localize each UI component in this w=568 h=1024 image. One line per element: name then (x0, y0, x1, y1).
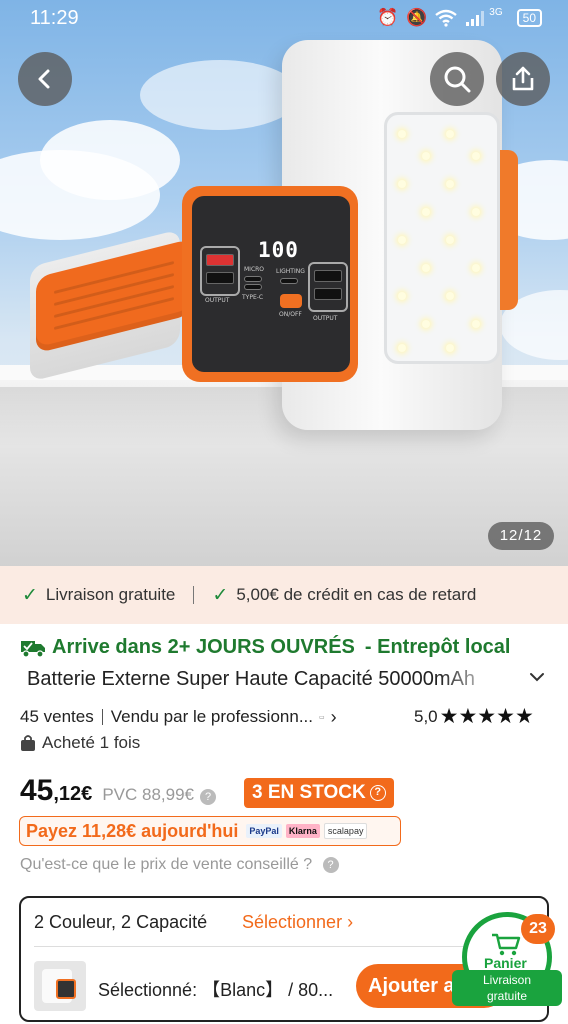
price-integer: 45 (20, 774, 54, 807)
led-dot (472, 264, 480, 272)
expand-title-button[interactable] (528, 668, 546, 691)
help-icon: ? (369, 785, 386, 801)
price-decimal: ,12€ (53, 783, 93, 805)
arrive-text: Arrive dans 2+ JOURS OUVRÉS (52, 636, 355, 658)
led-dot (398, 292, 406, 300)
select-variant-link[interactable]: Sélectionner › (242, 912, 353, 933)
help-icon[interactable]: ? (200, 789, 216, 805)
star-icons: ★★★★★ (439, 705, 534, 728)
selected-variant: Sélectionné: 【Blanc】 / 80... (98, 980, 334, 1000)
paypal-logo: PayPal (246, 824, 282, 838)
shopping-bag-icon (21, 735, 35, 751)
help-icon: ? (322, 856, 339, 873)
check-icon: ✓ (22, 584, 38, 606)
stock-badge[interactable]: 3 EN STOCK ? (244, 778, 394, 808)
cart-count-badge: 23 (521, 914, 555, 944)
status-bar: 11:29 ⏰ 🔕 3G 50 (0, 0, 568, 36)
variant-summary: 2 Couleur, 2 Capacité (34, 912, 208, 932)
battery-display: 100 (258, 238, 299, 262)
led-dot (472, 320, 480, 328)
led-dot (398, 180, 406, 188)
seller-name[interactable]: Vendu par le professionn... (111, 707, 313, 727)
led-dot (446, 292, 454, 300)
led-dot (446, 180, 454, 188)
recommended-price: PVC 88,99€ (102, 785, 194, 804)
led-dot (472, 208, 480, 216)
pay-later-banner[interactable]: Payez 11,28€ aujourd'hui PayPal Klarna s… (19, 816, 401, 846)
port-label: MICRO (244, 266, 265, 273)
back-button[interactable] (18, 52, 72, 106)
warehouse-text: - Entrepôt local (364, 636, 511, 658)
scalapay-logo: scalapay (323, 823, 368, 839)
chevron-right-icon: › (347, 912, 354, 932)
usb-port-icon (308, 262, 348, 312)
chevron-left-icon (38, 69, 50, 89)
search-button[interactable] (430, 52, 484, 106)
late-credit-label: 5,00€ de crédit en cas de retard (236, 585, 477, 604)
led-dot (422, 320, 430, 328)
shipping-line-1: Livraison (482, 973, 532, 987)
klarna-logo: Klarna (285, 824, 320, 838)
chevron-right-icon: › (330, 706, 337, 727)
led-dot (398, 236, 406, 244)
check-icon: ✓ (212, 584, 229, 606)
stock-text: 3 EN STOCK (252, 782, 366, 803)
led-dot (446, 130, 454, 138)
rating-value: 5,0 (414, 706, 438, 726)
image-counter: 12/12 (488, 522, 554, 550)
shop-logo: ▭ (318, 714, 325, 721)
shipping-line-2: gratuite (486, 989, 528, 1003)
port-label: TYPE-C (242, 294, 264, 301)
signal-icon (466, 11, 485, 26)
rating[interactable]: 5,0 ★★★★★ (414, 704, 534, 729)
variant-thumbnail[interactable] (34, 961, 86, 1011)
price-info-text: Qu'est-ce que le prix de vente conseillé… (20, 856, 313, 873)
price: 45 ,12€ PVC 88,99€ ? (20, 774, 216, 808)
delivery-eta: Arrive dans 2+ JOURS OUVRÉS - Entrepôt l… (20, 636, 510, 659)
select-link-text: Sélectionner (242, 912, 343, 932)
search-icon (444, 66, 471, 93)
truck-icon (21, 640, 45, 658)
bought-text: Acheté 1 fois (42, 733, 141, 752)
wifi-icon (435, 9, 458, 27)
alarm-icon: ⏰ (376, 8, 399, 27)
led-dot (422, 264, 430, 272)
sales-count: 45 ventes (20, 707, 94, 726)
cart-icon (492, 933, 521, 956)
led-dot (472, 152, 480, 160)
power-button (280, 294, 302, 308)
led-dot (422, 208, 430, 216)
share-button[interactable] (496, 52, 550, 106)
bought-count: Acheté 1 fois (20, 733, 140, 753)
port-label: LIGHTING (276, 268, 305, 275)
chevron-down-icon (530, 673, 544, 682)
led-dot (446, 344, 454, 352)
port-label: OUTPUT (205, 297, 230, 304)
led-dot (398, 130, 406, 138)
lamp-strap (500, 150, 518, 310)
price-info-link[interactable]: Qu'est-ce que le prix de vente conseillé… (20, 856, 339, 874)
cart-free-shipping-badge: Livraison gratuite (452, 970, 562, 1006)
mute-icon: 🔕 (406, 8, 428, 27)
network-type: 3G (489, 6, 503, 18)
pay-today-text: Payez 11,28€ aujourd'hui (26, 820, 239, 841)
led-dot (446, 236, 454, 244)
port-label: ON/OFF (279, 311, 302, 318)
battery-icon: 50 (516, 9, 542, 27)
free-delivery-label: Livraison gratuite (45, 585, 176, 604)
cart-label: Panier (484, 955, 527, 971)
clock: 11:29 (30, 7, 79, 29)
share-icon (512, 66, 534, 91)
usb-port-icon (200, 246, 240, 296)
led-dot (398, 344, 406, 352)
port-label: OUTPUT (313, 315, 338, 322)
led-dot (422, 152, 430, 160)
delivery-benefits-strip[interactable]: ✓ Livraison gratuite ✓ 5,00€ de crédit e… (0, 566, 568, 624)
